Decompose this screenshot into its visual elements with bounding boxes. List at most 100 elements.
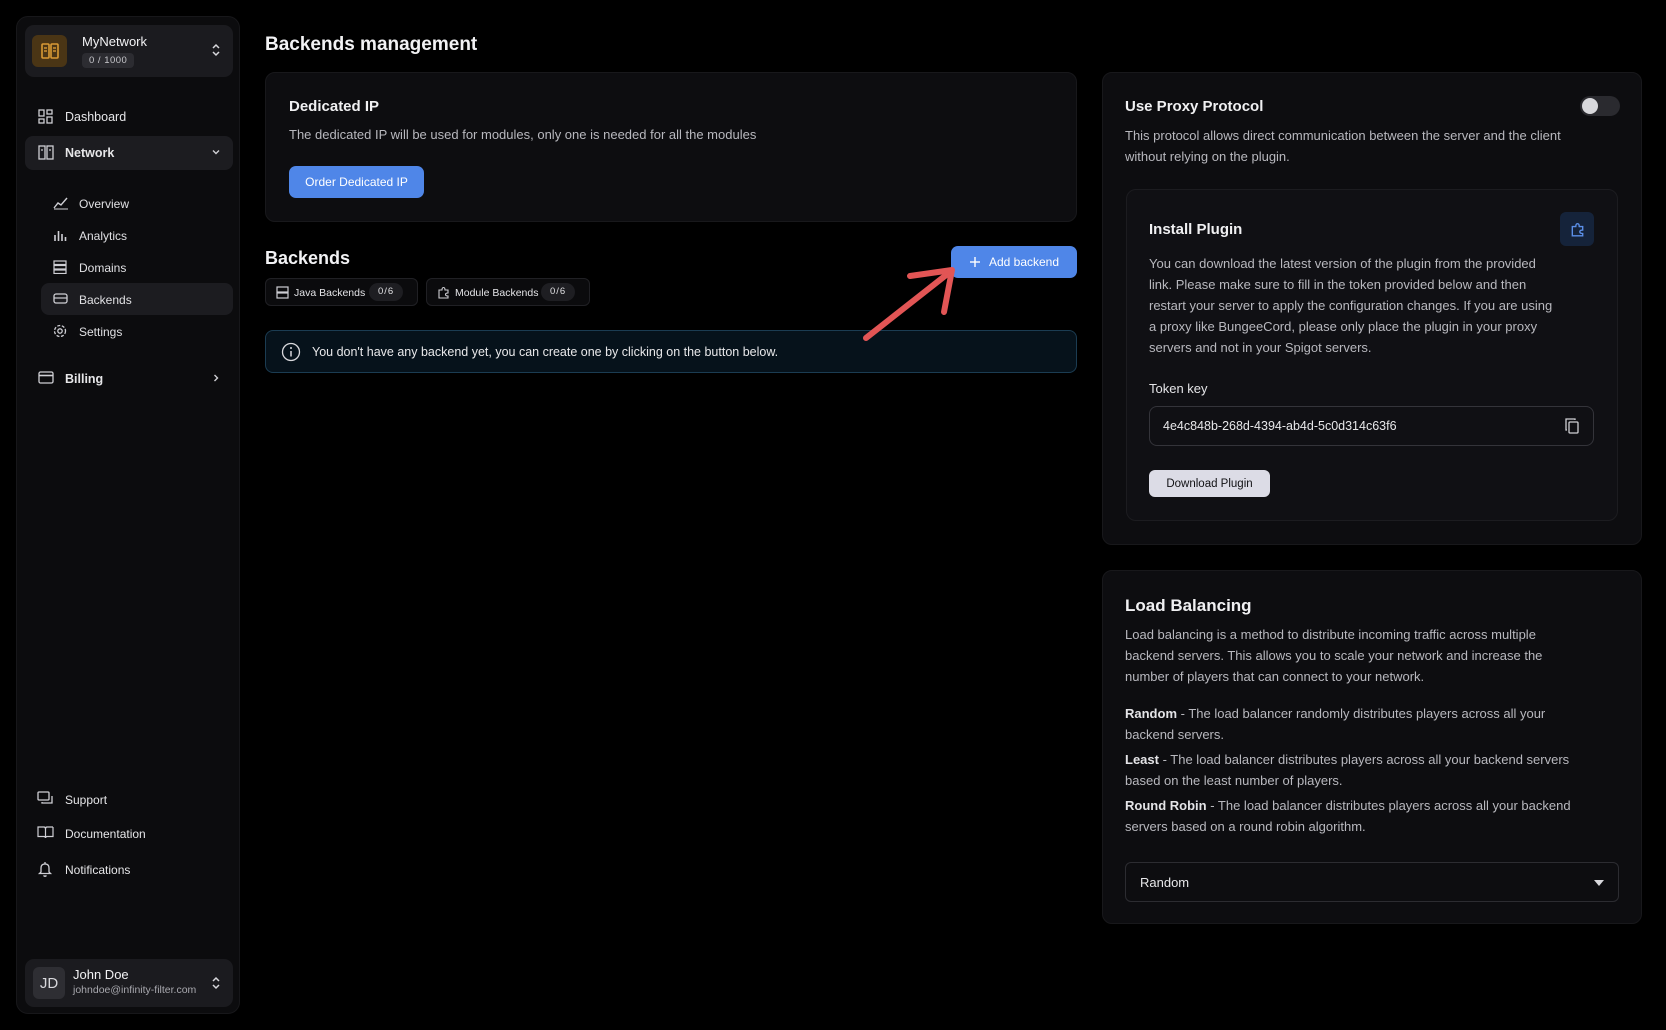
toggle-knob — [1582, 98, 1598, 114]
load-balancing-intro-3: number of players that can connect to yo… — [1125, 669, 1425, 684]
least-term: Least — [1125, 752, 1159, 767]
nav-backends[interactable]: Backends — [41, 283, 233, 315]
server-icon — [276, 286, 289, 299]
load-balancing-title: Load Balancing — [1125, 596, 1252, 615]
order-dedicated-ip-button[interactable]: Order Dedicated IP — [289, 166, 424, 198]
chevron-down-icon — [212, 150, 220, 155]
analytics-icon — [54, 231, 67, 241]
empty-backends-message: You don't have any backend yet, you can … — [312, 345, 779, 359]
nav-overview[interactable]: Overview — [41, 187, 233, 219]
module-backends-count: 0/6 — [541, 283, 576, 301]
info-icon — [281, 342, 301, 362]
round-robin-description-2: servers based on a round robin algorithm… — [1125, 819, 1366, 834]
install-plugin-line-3: restart your server to apply the configu… — [1149, 298, 1553, 313]
nav-dashboard[interactable]: Dashboard — [25, 100, 233, 134]
network-usage-badge: 0 / 1000 — [82, 53, 135, 68]
caret-down-icon — [1594, 880, 1604, 886]
nav-notifications-label: Notifications — [65, 863, 131, 877]
random-description: Random - The load balancer randomly dist… — [1125, 703, 1625, 724]
install-plugin-line-5: servers and not in your Spigot servers. — [1149, 340, 1372, 355]
chevron-right-icon — [214, 374, 219, 382]
add-backend-label: Add backend — [988, 255, 1060, 269]
chevron-updown-icon — [212, 43, 220, 57]
random-term: Random — [1125, 706, 1177, 721]
install-plugin-title: Install Plugin — [1149, 221, 1243, 238]
user-menu[interactable]: JD John Doe johndoe@infinity-filter.com — [25, 959, 233, 1007]
install-plugin-line-1: You can download the latest version of t… — [1149, 256, 1536, 271]
load-balancing-selected-value: Random — [1140, 875, 1190, 890]
nav-support-label: Support — [65, 793, 108, 807]
dedicated-ip-title: Dedicated IP — [289, 98, 380, 115]
dedicated-ip-description: The dedicated IP will be used for module… — [289, 127, 757, 142]
round-robin-desc-1: - The load balancer distributes players … — [1206, 798, 1571, 813]
nav-backends-label: Backends — [79, 293, 132, 307]
token-key-value: 4e4c848b-268d-4394-ab4d-5c0d314c63f6 — [1163, 419, 1397, 433]
java-backends-count: 0/6 — [369, 283, 404, 301]
user-email: johndoe@infinity-filter.com — [73, 984, 197, 996]
nav-network[interactable]: Network — [25, 136, 233, 170]
plugin-link-button[interactable] — [1560, 212, 1594, 246]
bell-icon — [37, 862, 53, 877]
network-icon — [38, 145, 54, 160]
domains-server-icon — [53, 260, 67, 274]
puzzle-icon — [1571, 222, 1583, 237]
avatar: JD — [33, 967, 65, 999]
download-plugin-button[interactable]: Download Plugin — [1149, 470, 1270, 497]
token-key-field[interactable]: 4e4c848b-268d-4394-ab4d-5c0d314c63f6 — [1149, 406, 1594, 446]
nav-settings[interactable]: Settings — [41, 315, 233, 347]
overview-chart-icon — [53, 197, 68, 210]
module-backends-pill[interactable]: Module Backends 0/6 — [426, 278, 590, 306]
nav-analytics[interactable]: Analytics — [41, 219, 233, 251]
install-plugin-line-2: link. Please make sure to fill in the to… — [1149, 277, 1527, 292]
nav-domains-label: Domains — [79, 261, 127, 275]
puzzle-icon — [438, 286, 449, 299]
java-backends-pill[interactable]: Java Backends 0/6 — [265, 278, 418, 306]
nav-domains[interactable]: Domains — [41, 251, 233, 283]
book-icon — [37, 826, 54, 839]
user-name: John Doe — [73, 967, 129, 982]
copy-icon[interactable] — [1565, 418, 1579, 434]
nav-overview-label: Overview — [79, 197, 130, 211]
load-balancing-intro-1: Load balancing is a method to distribute… — [1125, 627, 1536, 642]
round-robin-description: Round Robin - The load balancer distribu… — [1125, 795, 1625, 816]
page-title: Backends management — [265, 34, 478, 55]
nav-documentation-label: Documentation — [65, 827, 146, 841]
nav-dashboard-label: Dashboard — [65, 110, 127, 124]
install-plugin-line-4: a proxy like BungeeCord, please only pla… — [1149, 319, 1538, 334]
least-description: Least - The load balancer distributes pl… — [1125, 749, 1625, 770]
plus-icon — [969, 257, 980, 267]
random-desc-1: - The load balancer randomly distributes… — [1177, 706, 1546, 721]
sidebar: MyNetwork 0 / 1000 Dashboard Network Ove… — [16, 16, 240, 1014]
backends-title: Backends — [265, 248, 351, 268]
least-desc-1: - The load balancer distributes players … — [1158, 752, 1570, 767]
chevron-updown-icon — [212, 976, 220, 990]
network-name: MyNetwork — [82, 34, 148, 49]
proxy-description-line-1: This protocol allows direct communicatio… — [1125, 128, 1561, 143]
proxy-protocol-title: Use Proxy Protocol — [1125, 98, 1264, 115]
credit-card-icon — [38, 371, 54, 384]
token-key-label: Token key — [1149, 381, 1208, 396]
dedicated-ip-card — [265, 72, 1077, 222]
support-chat-icon — [37, 791, 53, 804]
nav-billing[interactable]: Billing — [25, 362, 233, 396]
module-backends-label: Module Backends — [455, 287, 539, 299]
proxy-description-line-2: without relying on the plugin. — [1125, 149, 1290, 164]
add-backend-button[interactable]: Add backend — [951, 246, 1077, 278]
nav-settings-label: Settings — [79, 325, 123, 339]
java-backends-label: Java Backends — [294, 287, 366, 299]
proxy-protocol-toggle[interactable] — [1580, 96, 1620, 116]
nav-billing-label: Billing — [65, 372, 104, 386]
random-description-2: backend servers. — [1125, 727, 1224, 742]
network-logo-icon — [32, 35, 67, 67]
least-description-2: based on the least number of players. — [1125, 773, 1343, 788]
load-balancing-select[interactable]: Random — [1125, 862, 1619, 902]
load-balancing-intro-2: backend servers. This allows you to scal… — [1125, 648, 1543, 663]
dashboard-icon — [38, 109, 53, 124]
backends-drive-icon — [53, 293, 68, 304]
network-switcher[interactable]: MyNetwork 0 / 1000 — [25, 25, 233, 77]
settings-gear-icon — [53, 324, 67, 338]
annotation-arrow-icon — [863, 267, 955, 341]
nav-analytics-label: Analytics — [79, 229, 128, 243]
nav-network-label: Network — [65, 146, 115, 160]
round-robin-term: Round Robin — [1125, 798, 1207, 813]
